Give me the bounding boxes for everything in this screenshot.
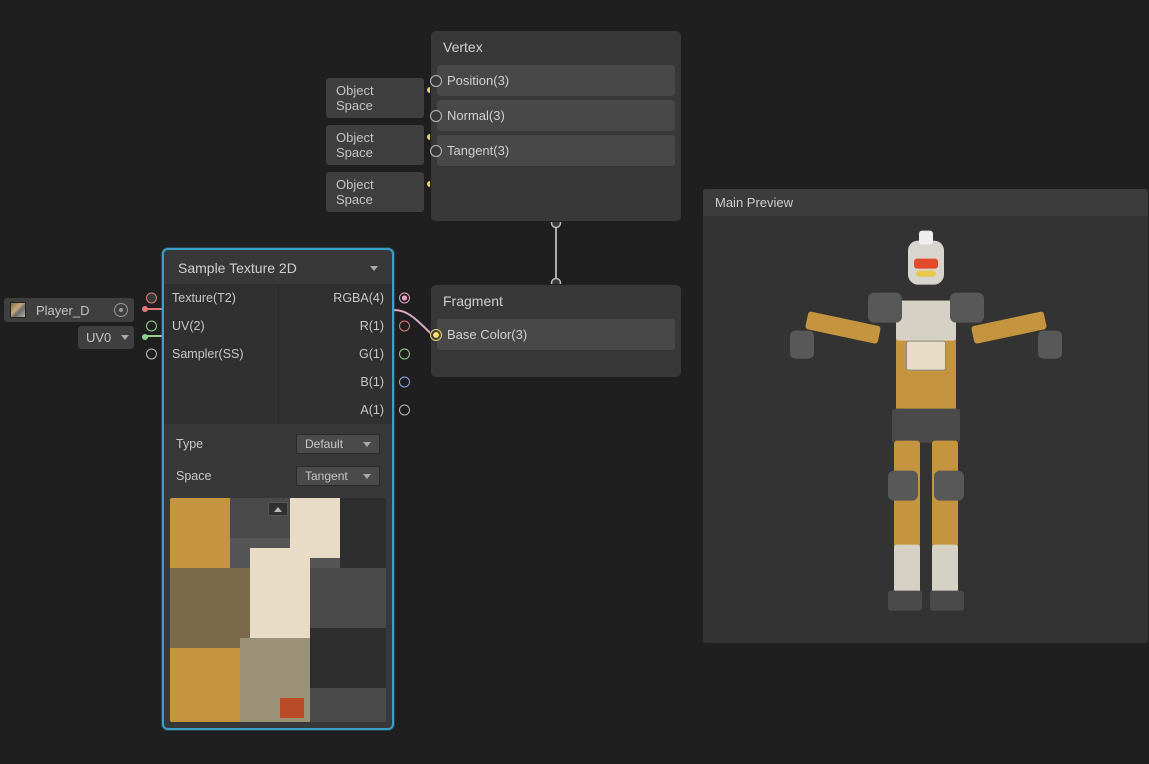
- vertex-node[interactable]: Vertex Position(3) Normal(3) Tangent(3): [430, 30, 682, 222]
- space-property-row: Space Tangent: [164, 460, 392, 492]
- pill-label: Object Space: [336, 130, 414, 160]
- slot-label: Normal(3): [447, 108, 505, 123]
- wire-stub: [142, 334, 148, 340]
- node-texture-preview: [170, 498, 386, 722]
- output-b-row[interactable]: B(1): [279, 368, 393, 396]
- fragment-title: Fragment: [443, 293, 503, 309]
- prop-label: Type: [176, 437, 203, 451]
- sample-texture-node[interactable]: Sample Texture 2D Texture(T2) UV(2) Samp…: [162, 248, 394, 730]
- texture-asset-pill[interactable]: Player_D: [4, 298, 134, 322]
- asset-name: Player_D: [36, 303, 108, 318]
- port-in-uv[interactable]: [146, 321, 157, 332]
- position-space-pill[interactable]: Object Space: [326, 78, 424, 118]
- sample-texture-header[interactable]: Sample Texture 2D: [164, 250, 392, 284]
- input-label: UV(2): [172, 319, 205, 333]
- dropdown-value: Tangent: [305, 469, 348, 483]
- port-in[interactable]: [430, 75, 442, 87]
- slot-label: Base Color(3): [447, 327, 527, 342]
- output-label: G(1): [359, 347, 384, 361]
- dropdown-value: Default: [305, 437, 343, 451]
- asset-thumb-icon: [10, 302, 26, 318]
- vertex-normal-slot[interactable]: Normal(3): [437, 100, 675, 131]
- dropdown-caret-icon: [363, 474, 371, 479]
- vertex-title: Vertex: [443, 39, 483, 55]
- tangent-space-pill[interactable]: Object Space: [326, 172, 424, 212]
- collapse-preview-icon[interactable]: [268, 502, 288, 516]
- output-label: A(1): [360, 403, 384, 417]
- input-texture-row[interactable]: Texture(T2): [164, 284, 278, 312]
- vertex-tangent-slot[interactable]: Tangent(3): [437, 135, 675, 166]
- type-dropdown[interactable]: Default: [296, 434, 380, 454]
- port-in-texture[interactable]: [146, 293, 157, 304]
- port-out-g[interactable]: [399, 349, 410, 360]
- vertex-node-header: Vertex: [431, 31, 681, 61]
- input-sampler-row[interactable]: Sampler(SS): [164, 340, 278, 368]
- input-uv-row[interactable]: UV(2): [164, 312, 278, 340]
- dropdown-caret-icon: [363, 442, 371, 447]
- shader-graph-canvas[interactable]: Object Space Object Space Object Space V…: [0, 0, 1149, 764]
- space-dropdown[interactable]: Tangent: [296, 466, 380, 486]
- input-label: Texture(T2): [172, 291, 236, 305]
- output-label: RGBA(4): [333, 291, 384, 305]
- slot-label: Position(3): [447, 73, 509, 88]
- fragment-node-header: Fragment: [431, 285, 681, 315]
- port-in[interactable]: [430, 329, 442, 341]
- main-preview-title: Main Preview: [715, 195, 793, 210]
- output-label: B(1): [360, 375, 384, 389]
- main-preview-panel[interactable]: Main Preview: [702, 188, 1149, 644]
- pill-label: Object Space: [336, 177, 414, 207]
- port-out-r[interactable]: [399, 321, 410, 332]
- slot-label: Tangent(3): [447, 143, 509, 158]
- port-out-a[interactable]: [399, 405, 410, 416]
- uv-selector-pill[interactable]: UV0: [78, 326, 134, 349]
- port-out-rgba[interactable]: [399, 293, 410, 304]
- output-g-row[interactable]: G(1): [279, 340, 393, 368]
- pill-label: Object Space: [336, 83, 414, 113]
- output-rgba-row[interactable]: RGBA(4): [279, 284, 393, 312]
- uv-value: UV0: [86, 330, 111, 345]
- normal-space-pill[interactable]: Object Space: [326, 125, 424, 165]
- input-label: Sampler(SS): [172, 347, 244, 361]
- type-property-row: Type Default: [164, 428, 392, 460]
- vertex-position-slot[interactable]: Position(3): [437, 65, 675, 96]
- port-in[interactable]: [430, 110, 442, 122]
- fragment-basecolor-slot[interactable]: Base Color(3): [437, 319, 675, 350]
- fragment-node[interactable]: Fragment Base Color(3): [430, 284, 682, 378]
- output-a-row[interactable]: A(1): [279, 396, 393, 424]
- main-preview-viewport[interactable]: [703, 216, 1148, 642]
- chevron-down-icon[interactable]: [370, 266, 378, 271]
- spacer: [164, 368, 278, 396]
- spacer: [164, 396, 278, 424]
- output-label: R(1): [360, 319, 384, 333]
- wire-stub: [142, 306, 148, 312]
- sample-texture-title: Sample Texture 2D: [178, 260, 297, 276]
- output-r-row[interactable]: R(1): [279, 312, 393, 340]
- dropdown-caret-icon: [121, 335, 129, 340]
- port-in-sampler[interactable]: [146, 349, 157, 360]
- port-out-b[interactable]: [399, 377, 410, 388]
- port-in[interactable]: [430, 145, 442, 157]
- asset-picker-icon[interactable]: [114, 303, 128, 317]
- prop-label: Space: [176, 469, 211, 483]
